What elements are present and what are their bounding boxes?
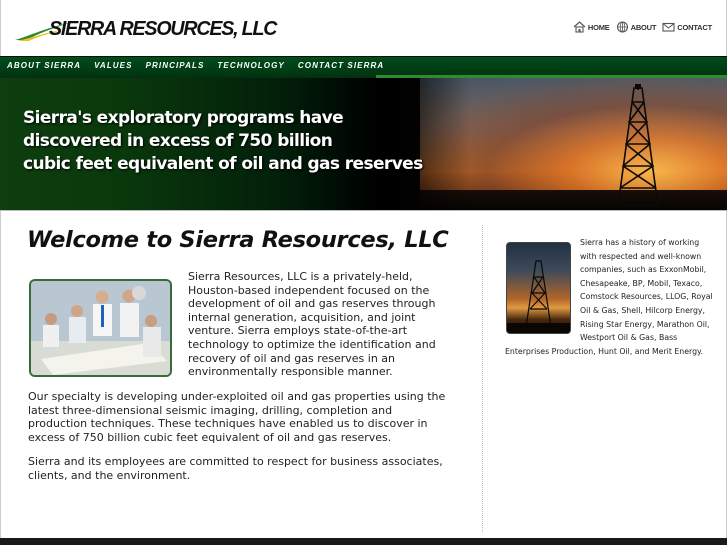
util-link-contact[interactable]: CONTACT [662, 21, 712, 33]
util-link-label: CONTACT [677, 22, 712, 32]
banner-line: cubic feet equivalent of oil and gas res… [23, 154, 423, 174]
nav-item-values[interactable]: VALUES [94, 61, 132, 70]
footer-bar [0, 538, 727, 545]
nav-item-technology[interactable]: TECHNOLOGY [217, 61, 284, 70]
specialty-paragraph: Our specialty is developing under-exploi… [28, 390, 446, 444]
envelope-icon [662, 22, 675, 32]
oil-derrick-icon [617, 84, 659, 207]
nav-item-contact-sierra[interactable]: CONTACT SIERRA [298, 61, 384, 70]
nav-item-principals[interactable]: PRINCIPALS [146, 61, 205, 70]
brand-logo[interactable]: SIERRA RESOURCES, LLC [15, 14, 277, 44]
home-icon [573, 21, 586, 33]
column-divider [482, 225, 483, 532]
site-header: SIERRA RESOURCES, LLC HOME ABOUT CONTACT [0, 0, 727, 56]
derrick-silhouette-icon [507, 260, 570, 333]
team-meeting-photo [29, 279, 172, 377]
team-photo-illustration [31, 281, 170, 375]
hero-banner: Sierra's exploratory programs have disco… [0, 78, 727, 211]
brand-name: SIERRA RESOURCES, LLC [49, 18, 277, 40]
util-link-label: HOME [587, 22, 610, 32]
utility-nav: HOME ABOUT CONTACT [573, 21, 712, 33]
util-link-label: ABOUT [630, 22, 657, 32]
nav-item-about-sierra[interactable]: ABOUT SIERRA [7, 61, 81, 70]
banner-line: Sierra's exploratory programs have [23, 108, 344, 128]
main-nav: ABOUT SIERRA VALUES PRINCIPALS TECHNOLOG… [7, 61, 384, 70]
main-content: Welcome to Sierra Resources, LLC Sierra … [0, 211, 727, 538]
util-link-about[interactable]: ABOUT [616, 21, 657, 33]
commitment-paragraph: Sierra and its employees are committed t… [28, 455, 443, 482]
util-link-home[interactable]: HOME [573, 21, 610, 33]
intro-paragraph: Sierra Resources, LLC is a privately-hel… [188, 270, 436, 379]
banner-headline: Sierra's exploratory programs have disco… [23, 107, 423, 176]
derrick-sunset-photo [506, 242, 571, 334]
page-title: Welcome to Sierra Resources, LLC [27, 227, 449, 253]
banner-line: discovered in excess of 750 billion [23, 131, 333, 151]
info-globe-icon [616, 21, 628, 33]
